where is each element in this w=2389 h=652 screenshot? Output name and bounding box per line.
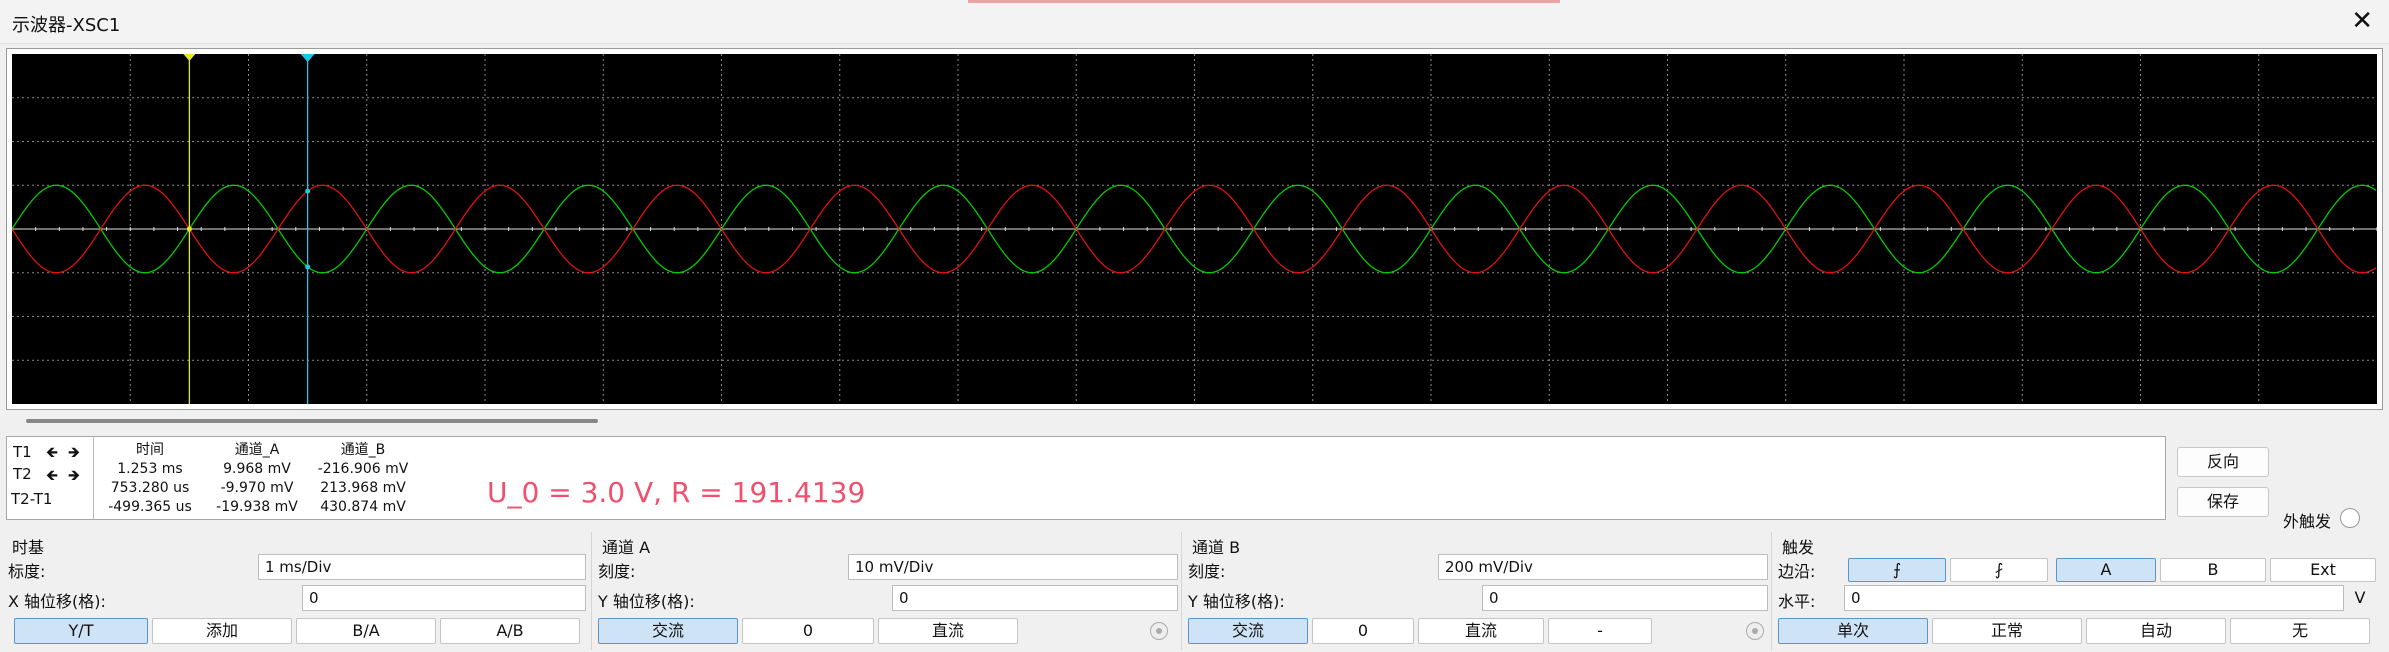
oscilloscope-window: 示波器-XSC1 ✕ T1 T2 T2-T1 🡸 🡺 🡸 🡺 时间 1.253 … — [0, 0, 2389, 652]
t2-time: 753.280 us — [110, 480, 190, 496]
channel-a-scale-label: 刻度: — [598, 562, 636, 581]
panel-divider — [591, 532, 592, 650]
normal-mode-button[interactable]: 正常 — [1932, 618, 2082, 644]
annotation-text: U_0 = 3.0 V, R = 191.4139 — [487, 476, 866, 509]
close-icon[interactable]: ✕ — [2351, 6, 2373, 36]
single-mode-button[interactable]: 单次 — [1778, 618, 1928, 644]
channel-b-scale-field[interactable]: 200 mV/Div — [1438, 554, 1768, 580]
channel-a-ypos-label: Y 轴位移(格): — [598, 592, 695, 611]
time-column: 时间 1.253 ms 753.280 us -499.365 us — [95, 441, 205, 517]
timebase-title: 时基 — [12, 538, 45, 557]
trigger-level-unit: V — [2354, 588, 2366, 607]
row-label-t1: T1 — [13, 443, 32, 461]
row-label-t2: T2 — [13, 465, 32, 483]
x-position-label: X 轴位移(格): — [8, 592, 106, 611]
trigger-source-ext-button[interactable]: Ext — [2270, 558, 2376, 582]
t2-right-arrow-icon[interactable]: 🡺 — [65, 466, 83, 484]
channel-a-zero-button[interactable]: 0 — [742, 618, 874, 644]
none-mode-button[interactable]: 无 — [2230, 618, 2370, 644]
channel-b-zero-button[interactable]: 0 — [1312, 618, 1414, 644]
dt-channel-b: 430.874 mV — [320, 499, 406, 515]
trigger-title: 触发 — [1782, 538, 1815, 557]
t2-channel-a: -9.970 mV — [220, 480, 294, 496]
t1-left-arrow-icon[interactable]: 🡸 — [43, 443, 61, 461]
channel-b-ac-button[interactable]: 交流 — [1188, 618, 1308, 644]
channel-b-ypos-field[interactable]: 0 — [1482, 585, 1768, 611]
channel-b-minus-button[interactable]: - — [1548, 618, 1652, 644]
measurement-readout: T1 T2 T2-T1 🡸 🡺 🡸 🡺 时间 1.253 ms 753.280 … — [6, 436, 2166, 520]
save-button[interactable]: 保存 — [2177, 487, 2269, 517]
header-channel-a: 通道_A — [234, 442, 280, 458]
channel-b-title: 通道 B — [1192, 538, 1241, 557]
channel-b-column: 通道_B -216.906 mV 213.968 mV 430.874 mV — [311, 441, 415, 517]
channel-a-probe-icon[interactable] — [1150, 622, 1168, 640]
trigger-source-a-button[interactable]: A — [2056, 558, 2156, 582]
ext-trigger-label: 外触发 — [2283, 512, 2332, 531]
timebase-scale-field[interactable]: 1 ms/Div — [258, 554, 586, 580]
t1-channel-b: -216.906 mV — [317, 461, 409, 477]
trigger-level-label: 水平: — [1778, 592, 1816, 611]
window-title: 示波器-XSC1 — [12, 15, 121, 36]
taskbar-strip — [968, 0, 1560, 3]
t1-right-arrow-icon[interactable]: 🡺 — [65, 443, 83, 461]
t2-channel-b: 213.968 mV — [320, 480, 406, 496]
channel-a-title: 通道 A — [602, 538, 651, 557]
channel-a-ac-button[interactable]: 交流 — [598, 618, 738, 644]
channel-b-scale-label: 刻度: — [1188, 562, 1226, 581]
scope-display[interactable] — [12, 54, 2377, 404]
title-bar: 示波器-XSC1 ✕ — [0, 0, 2389, 44]
channel-b-dc-button[interactable]: 直流 — [1418, 618, 1544, 644]
x-position-field[interactable]: 0 — [302, 585, 586, 611]
trigger-panel: 触发 边沿: ⨍ ⨏ A B Ext 水平: 0 V 单次 正常 自动 无 — [1774, 530, 2386, 652]
channel-a-dc-button[interactable]: 直流 — [878, 618, 1018, 644]
channel-b-probe-icon[interactable] — [1746, 622, 1764, 640]
ab-mode-button[interactable]: A/B — [440, 618, 580, 644]
dt-channel-a: -19.938 mV — [216, 499, 298, 515]
reverse-button[interactable]: 反向 — [2177, 447, 2269, 477]
channel-a-ypos-field[interactable]: 0 — [892, 585, 1178, 611]
channel-b-ypos-label: Y 轴位移(格): — [1188, 592, 1285, 611]
rising-edge-button[interactable]: ⨍ — [1848, 558, 1946, 582]
t2-left-arrow-icon[interactable]: 🡸 — [43, 466, 61, 484]
trigger-level-field[interactable]: 0 — [1844, 585, 2344, 611]
dt-time: -499.365 us — [108, 499, 192, 515]
add-mode-button[interactable]: 添加 — [152, 618, 292, 644]
header-channel-b: 通道_B — [340, 442, 386, 458]
channel-a-scale-field[interactable]: 10 mV/Div — [848, 554, 1178, 580]
timebase-panel: 时基 标度: 1 ms/Div X 轴位移(格): 0 Y/T 添加 B/A A… — [4, 530, 588, 652]
yt-mode-button[interactable]: Y/T — [14, 618, 148, 644]
readout-divider — [93, 437, 94, 519]
t1-channel-a: 9.968 mV — [223, 461, 291, 477]
auto-mode-button[interactable]: 自动 — [2086, 618, 2226, 644]
falling-edge-button[interactable]: ⨏ — [1950, 558, 2048, 582]
ext-trigger-radio[interactable] — [2340, 508, 2360, 528]
timebase-scale-label: 标度: — [8, 562, 46, 581]
horizontal-scrollbar[interactable] — [26, 419, 598, 423]
channel-a-column: 通道_A 9.968 mV -9.970 mV -19.938 mV — [207, 441, 307, 517]
panel-divider — [1771, 532, 1772, 650]
t1-time: 1.253 ms — [117, 461, 183, 477]
row-label-t2-t1: T2-T1 — [11, 490, 53, 508]
panel-divider — [1181, 532, 1182, 650]
ba-mode-button[interactable]: B/A — [296, 618, 436, 644]
channel-a-panel: 通道 A 刻度: 10 mV/Div Y 轴位移(格): 0 交流 0 直流 — [594, 530, 1180, 652]
cursor-intersection-marker — [305, 264, 311, 270]
trigger-source-b-button[interactable]: B — [2160, 558, 2266, 582]
trigger-edge-label: 边沿: — [1778, 562, 1816, 581]
cursor-intersection-marker — [305, 188, 311, 194]
cursor-intersection-marker — [186, 226, 192, 232]
channel-b-panel: 通道 B 刻度: 200 mV/Div Y 轴位移(格): 0 交流 0 直流 … — [1184, 530, 1770, 652]
scope-screen[interactable] — [12, 54, 2377, 404]
header-time: 时间 — [136, 442, 164, 458]
